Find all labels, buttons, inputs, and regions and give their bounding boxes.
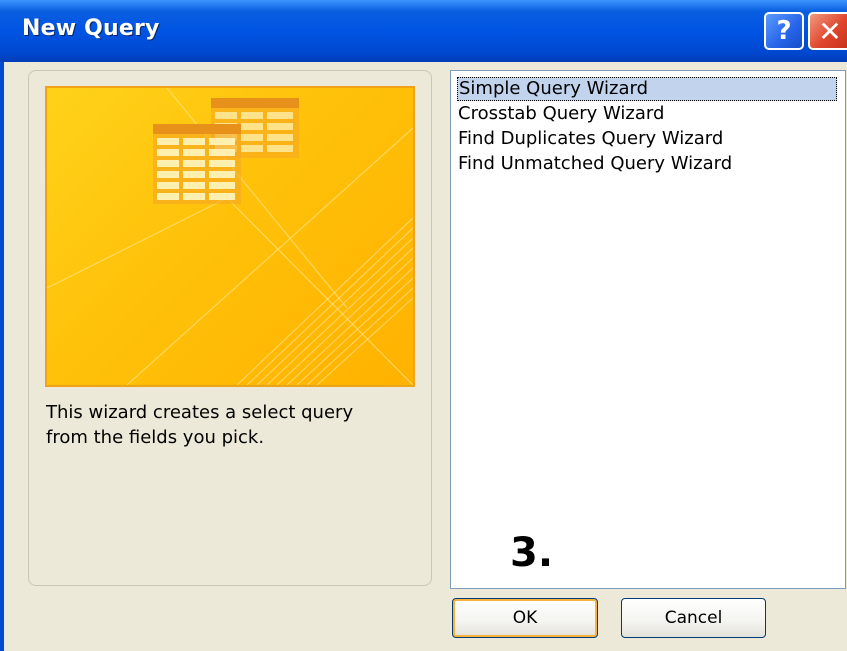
query-wizard-illustration [47,88,413,385]
wizard-description-line-2: from the fields you pick. [46,427,265,448]
list-item-find-duplicates-query-wizard[interactable]: Find Duplicates Query Wizard [457,127,723,151]
list-item-find-unmatched-query-wizard[interactable]: Find Unmatched Query Wizard [457,152,732,176]
title-bar[interactable]: New Query ? ✕ [0,0,847,62]
step-annotation: 3. [510,530,554,576]
list-item-simple-query-wizard[interactable]: Simple Query Wizard [457,77,837,101]
list-item-crosstab-query-wizard[interactable]: Crosstab Query Wizard [457,102,664,126]
ok-button[interactable]: OK [452,598,598,638]
window-title: New Query [22,16,160,41]
close-button[interactable]: ✕ [808,12,847,50]
help-button[interactable]: ? [764,12,804,50]
window-frame-left [0,62,4,651]
wizard-description: This wizard creates a select query from … [46,400,406,450]
wizard-list[interactable]: Simple Query Wizard Crosstab Query Wizar… [450,70,846,589]
cancel-button[interactable]: Cancel [621,598,766,638]
wizard-preview-image [45,86,415,387]
wizard-description-line-1: This wizard creates a select query [46,402,354,423]
